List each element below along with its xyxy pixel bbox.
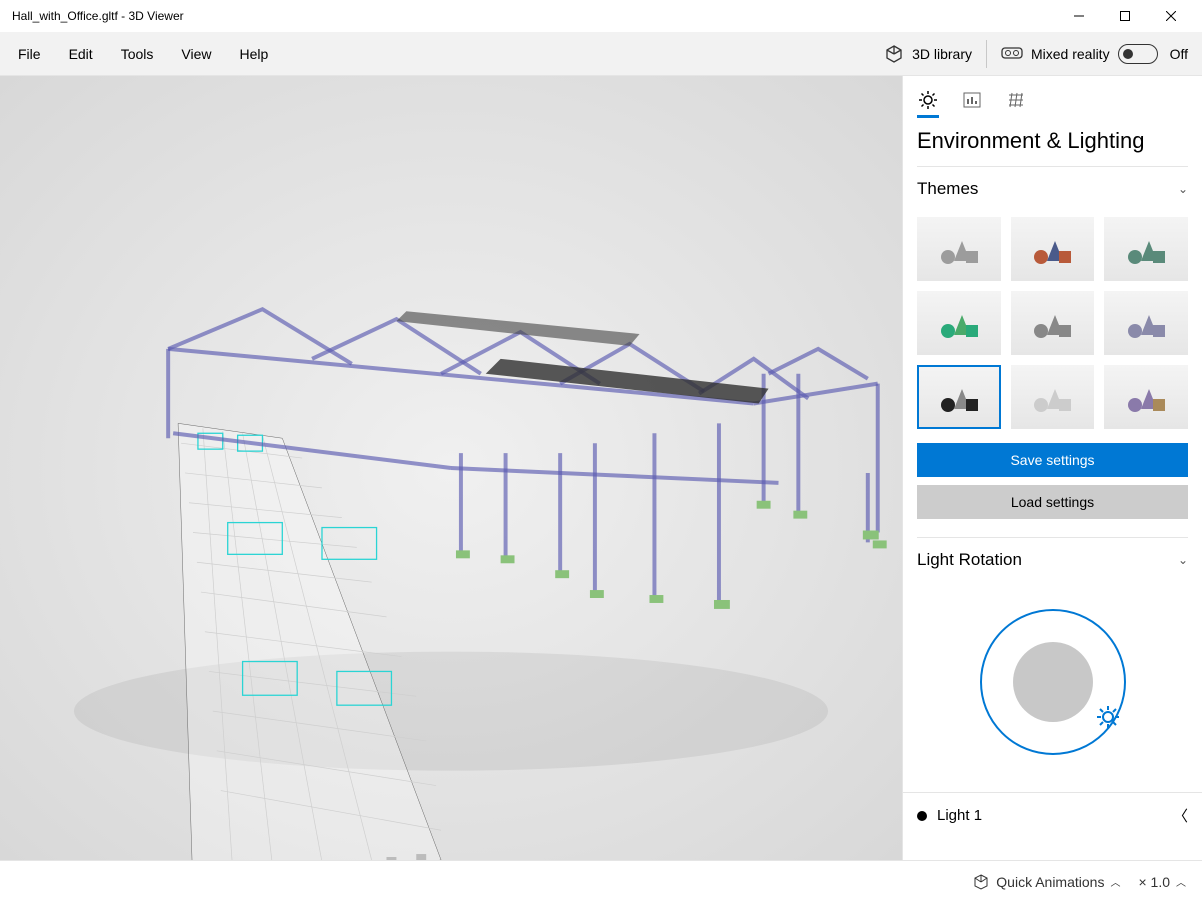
minimize-button[interactable] (1056, 0, 1102, 32)
menu-help[interactable]: Help (225, 46, 282, 62)
chevron-left-icon: 〈 (1173, 805, 1188, 826)
chevron-down-icon: ⌄ (1178, 182, 1188, 196)
menu-edit[interactable]: Edit (55, 46, 107, 62)
light-1-label: Light 1 (937, 807, 982, 824)
mixed-reality-group: Mixed reality Off (1001, 44, 1188, 64)
theme-thumb-1[interactable] (1011, 217, 1095, 281)
sun-icon (918, 90, 938, 110)
light-indicator-icon (917, 811, 927, 821)
zoom-label: × 1.0 (1138, 874, 1170, 890)
menu-file[interactable]: File (4, 46, 55, 62)
panel-title: Environment & Lighting (903, 114, 1202, 166)
menu-tools[interactable]: Tools (107, 46, 168, 62)
window-title: Hall_with_Office.gltf - 3D Viewer (8, 9, 1056, 23)
theme-thumb-7[interactable] (1011, 365, 1095, 429)
tab-stats[interactable] (961, 86, 983, 114)
close-button[interactable] (1148, 0, 1194, 32)
light-1-row[interactable]: Light 1 〈 (903, 792, 1202, 838)
library-button[interactable]: 3D library (884, 44, 972, 64)
stats-icon (962, 90, 982, 110)
theme-thumb-2[interactable] (1104, 217, 1188, 281)
cube-icon (884, 44, 904, 64)
menu-view[interactable]: View (167, 46, 225, 62)
headset-icon (1001, 46, 1023, 62)
chevron-up-icon: ︿ (1176, 874, 1186, 889)
mixed-reality-state: Off (1170, 46, 1188, 62)
tab-environment[interactable] (917, 86, 939, 114)
save-settings-button[interactable]: Save settings (917, 443, 1188, 477)
mixed-reality-label: Mixed reality (1031, 46, 1110, 62)
tab-grid[interactable] (1005, 86, 1027, 114)
title-bar: Hall_with_Office.gltf - 3D Viewer (0, 0, 1202, 32)
divider (986, 40, 987, 68)
chevron-down-icon: ⌄ (1178, 553, 1188, 567)
grid-icon (1006, 90, 1026, 110)
model-render (0, 76, 902, 860)
cube-icon (972, 873, 990, 891)
theme-thumb-4[interactable] (1011, 291, 1095, 355)
theme-thumb-6[interactable] (917, 365, 1001, 429)
light-rotation-control[interactable] (903, 582, 1202, 792)
chevron-up-icon: ︿ (1110, 874, 1120, 889)
zoom-control[interactable]: × 1.0 ︿ (1138, 874, 1186, 890)
light-rotation-label: Light Rotation (917, 550, 1022, 570)
quick-animations-label: Quick Animations (996, 874, 1104, 890)
status-bar: Quick Animations ︿ × 1.0 ︿ (0, 860, 1202, 902)
theme-thumb-8[interactable] (1104, 365, 1188, 429)
menu-bar: File Edit Tools View Help 3D library Mix… (0, 32, 1202, 76)
themes-section-header[interactable]: Themes ⌄ (903, 167, 1202, 211)
theme-thumb-5[interactable] (1104, 291, 1188, 355)
mixed-reality-toggle[interactable] (1118, 44, 1158, 64)
maximize-button[interactable] (1102, 0, 1148, 32)
load-settings-button[interactable]: Load settings (917, 485, 1188, 519)
library-label: 3D library (912, 46, 972, 62)
themes-grid (903, 211, 1202, 443)
theme-thumb-0[interactable] (917, 217, 1001, 281)
quick-animations-button[interactable]: Quick Animations ︿ (972, 873, 1120, 891)
theme-thumb-3[interactable] (917, 291, 1001, 355)
side-panel: Environment & Lighting Themes ⌄ (902, 76, 1202, 860)
viewport-3d[interactable] (0, 76, 902, 860)
themes-label: Themes (917, 179, 978, 199)
light-rotation-header[interactable]: Light Rotation ⌄ (903, 538, 1202, 582)
